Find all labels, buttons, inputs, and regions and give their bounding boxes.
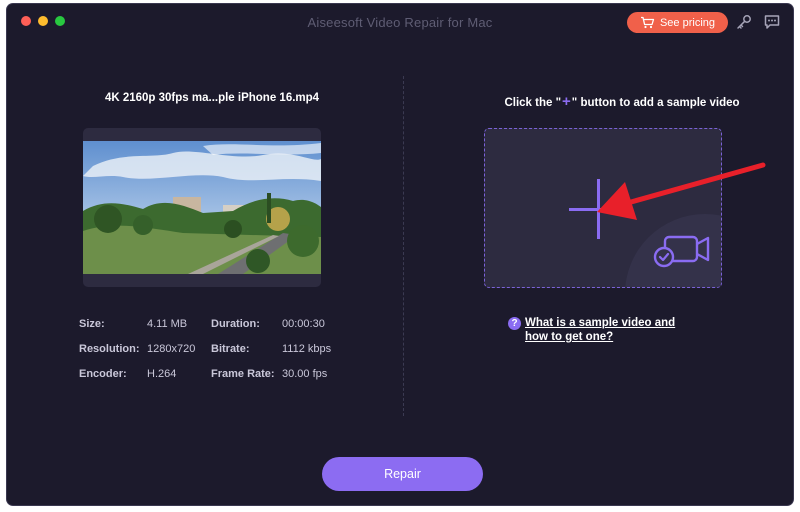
video-preview-card [83,128,321,287]
annotation-arrow [597,162,766,220]
key-icon[interactable] [736,14,752,30]
info-row-resolution: Resolution: 1280x720 Bitrate: 1112 kbps [79,343,379,357]
frame-rate-value: 30.00 fps [282,368,328,380]
frame-rate-label: Frame Rate: [211,368,275,380]
repair-button[interactable]: Repair [322,457,483,491]
info-row-encoder: Encoder: H.264 Frame Rate: 30.00 fps [79,368,379,382]
sample-instruction: Click the "+" button to add a sample vid… [437,93,793,110]
encoder-value: H.264 [147,368,177,380]
video-camera-check-icon [653,235,710,268]
sample-video-help: ? What is a sample video and how to get … [508,316,708,344]
see-pricing-button[interactable]: See pricing [627,12,728,33]
size-label: Size: [79,318,105,330]
what-is-sample-video-link[interactable]: What is a sample video and how to get on… [525,316,700,344]
see-pricing-label: See pricing [659,16,716,29]
bitrate-value: 1112 kbps [282,343,332,355]
app-window: Aiseesoft Video Repair for Mac See prici… [7,4,793,505]
video-thumbnail [83,141,321,274]
resolution-value: 1280x720 [147,343,196,355]
encoder-label: Encoder: [79,368,127,380]
file-name-title: 4K 2160p 30fps ma...ple iPhone 16.mp4 [104,92,320,104]
resolution-label: Resolution: [79,343,140,355]
title-bar: Aiseesoft Video Repair for Mac See prici… [7,4,793,38]
duration-label: Duration: [211,318,260,330]
cart-icon [640,16,655,29]
bitrate-label: Bitrate: [211,343,250,355]
size-value: 4.11 MB [147,318,188,330]
panel-divider [403,76,404,416]
duration-value: 00:00:30 [282,318,325,330]
instruction-text-after: " button to add a sample video [571,97,740,109]
info-row-size: Size: 4.11 MB Duration: 00:00:30 [79,318,379,332]
instruction-plus-icon: + [562,93,571,110]
chat-icon[interactable] [764,14,780,30]
instruction-text-before: Click the " [504,97,562,109]
question-icon: ? [508,317,521,330]
